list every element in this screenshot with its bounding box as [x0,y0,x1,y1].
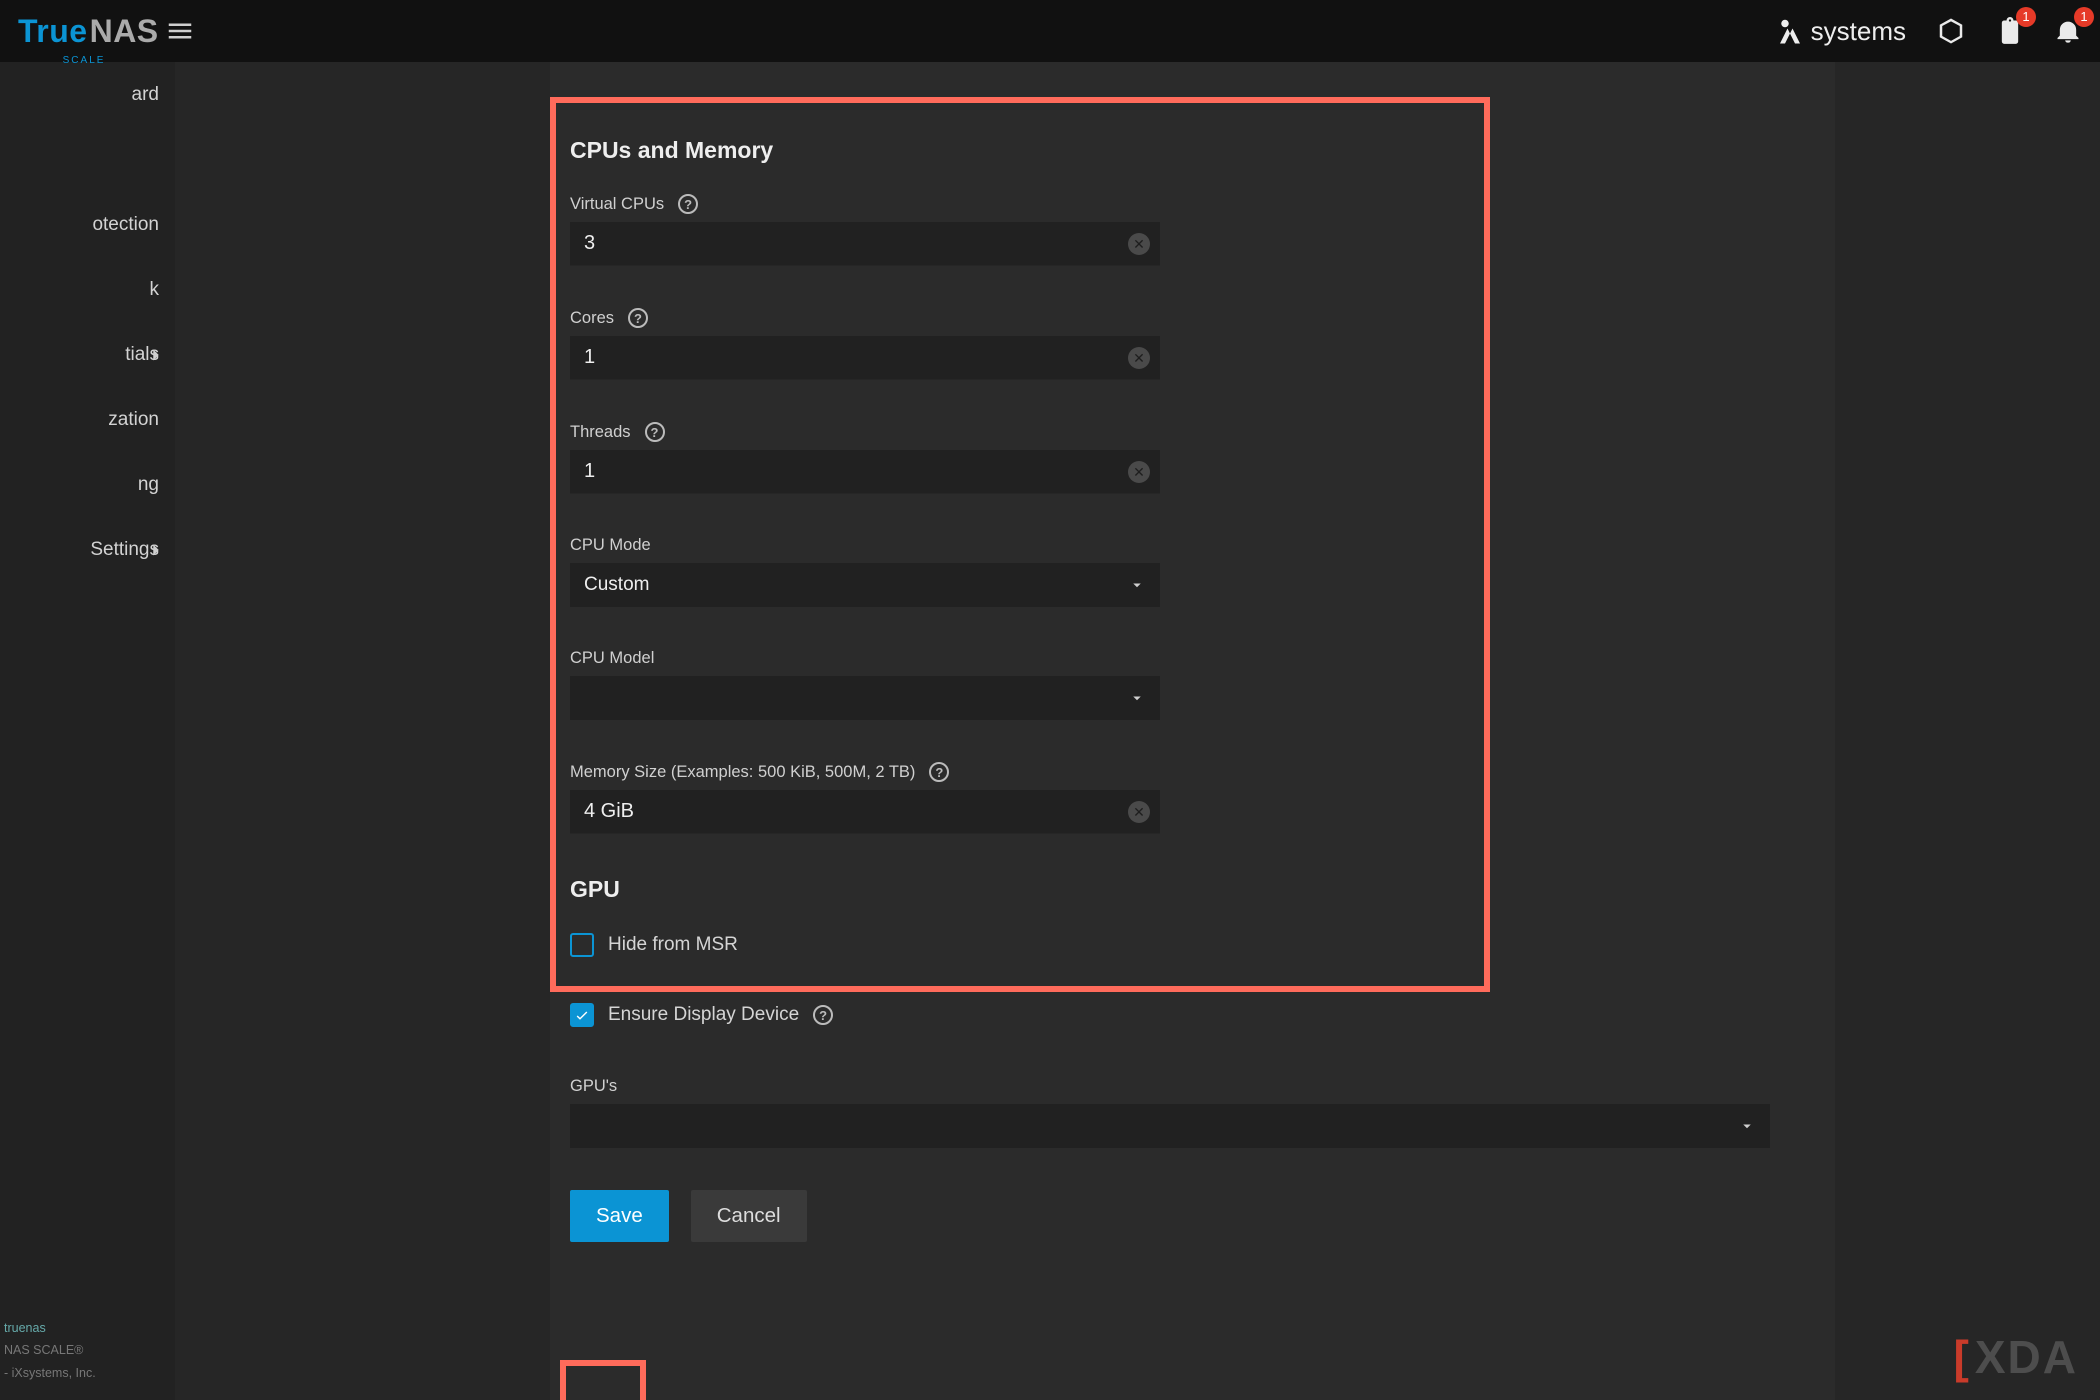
help-icon[interactable]: ? [678,194,698,214]
sidebar-item-systemsettings[interactable]: Settings [0,517,175,582]
topbar-actions: systems 1 1 [1775,16,2082,47]
edit-panel: CPUs and Memory Virtual CPUs ? ✕ Cores ? [550,62,1835,1400]
input-cores[interactable] [570,336,1160,380]
label-cpu-model: CPU Model [570,649,654,668]
input-memory[interactable] [570,790,1160,834]
select-gpus[interactable] [570,1104,1770,1148]
jobs-badge: 1 [2016,7,2036,27]
sidebar-footer: truenas NAS SCALE® - iXsystems, Inc. [0,1309,175,1400]
clear-icon[interactable]: ✕ [1128,233,1150,255]
field-virtual-cpus: Virtual CPUs ? ✕ [570,194,1815,266]
input-threads[interactable] [570,450,1160,494]
alerts-button[interactable]: 1 [2054,17,2082,45]
select-cpu-mode-value: Custom [584,574,649,596]
footer-line-1: truenas [4,1317,171,1340]
select-cpu-model[interactable] [570,676,1160,720]
help-icon[interactable]: ? [628,308,648,328]
field-gpus: GPU's [570,1077,1815,1148]
select-cpu-mode[interactable]: Custom [570,563,1160,607]
footer-line-2: NAS SCALE® [4,1339,171,1362]
clear-icon[interactable]: ✕ [1128,347,1150,369]
checkbox-ensure-display[interactable] [570,1003,594,1027]
ix-label: systems [1811,16,1906,47]
xda-watermark: [ XDA [1954,1330,2078,1384]
help-icon[interactable]: ? [813,1005,833,1025]
label-threads: Threads [570,423,631,442]
check-icon [574,1007,590,1023]
sidebar-item-reporting[interactable]: ng [0,452,175,517]
sidebar-item-credentials[interactable]: tials [0,322,175,387]
input-virtual-cpus[interactable] [570,222,1160,266]
label-cpu-mode: CPU Mode [570,536,651,555]
chevron-down-icon [1128,689,1146,707]
sidebar-item-network[interactable]: k [0,257,175,322]
section-title-gpu: GPU [570,876,1815,903]
row-hide-msr: Hide from MSR [570,933,1815,957]
topbar: TrueNAS SCALE systems 1 1 [0,0,2100,62]
bracket-icon: [ [1954,1330,1971,1384]
clear-icon[interactable]: ✕ [1128,801,1150,823]
menu-toggle-button[interactable] [165,16,195,46]
menu-icon [165,16,195,46]
sidebar-item-virtualization[interactable]: zation [0,387,175,452]
footer-line-3: - iXsystems, Inc. [4,1362,171,1385]
field-cores: Cores ? ✕ [570,308,1815,380]
sidebar-item-1[interactable] [0,127,175,192]
brand-part-nas: NAS [90,13,159,50]
sidebar: ard otection k tials zation ng Settings … [0,62,175,1400]
cube-icon [1936,16,1966,46]
field-cpu-model: CPU Model [570,649,1815,720]
label-virtual-cpus: Virtual CPUs [570,195,664,214]
label-ensure-display: Ensure Display Device [608,1004,799,1026]
truecommand-button[interactable] [1936,16,1966,46]
row-ensure-display: Ensure Display Device ? [570,1003,1815,1027]
chevron-right-icon [145,539,167,561]
alerts-badge: 1 [2074,7,2094,27]
main-area: CPUs and Memory Virtual CPUs ? ✕ Cores ? [175,62,2100,1400]
help-icon[interactable]: ? [929,762,949,782]
label-hide-msr: Hide from MSR [608,934,738,956]
help-icon[interactable]: ? [645,422,665,442]
field-threads: Threads ? ✕ [570,422,1815,494]
save-button[interactable]: Save [570,1190,669,1242]
field-memory: Memory Size (Examples: 500 KiB, 500M, 2 … [570,762,1815,834]
cancel-button[interactable]: Cancel [691,1190,807,1242]
label-memory: Memory Size (Examples: 500 KiB, 500M, 2 … [570,763,915,782]
field-cpu-mode: CPU Mode Custom [570,536,1815,607]
chevron-right-icon [145,344,167,366]
brand-part-true: True [18,13,88,50]
ixsystems-logo[interactable]: systems [1775,16,1906,47]
watermark-text: XDA [1975,1330,2078,1384]
chevron-down-icon [1128,576,1146,594]
brand-logo: TrueNAS [18,13,159,50]
sidebar-item-dashboard[interactable]: ard [0,62,175,127]
label-gpus: GPU's [570,1077,617,1096]
clear-icon[interactable]: ✕ [1128,461,1150,483]
checkbox-hide-msr[interactable] [570,933,594,957]
form-actions: Save Cancel [570,1190,1815,1242]
chevron-down-icon [1738,1117,1756,1135]
ix-icon [1775,16,1805,46]
jobs-button[interactable]: 1 [1996,17,2024,45]
section-title-cpus: CPUs and Memory [570,137,1815,164]
label-cores: Cores [570,309,614,328]
sidebar-item-dataprotection[interactable]: otection [0,192,175,257]
